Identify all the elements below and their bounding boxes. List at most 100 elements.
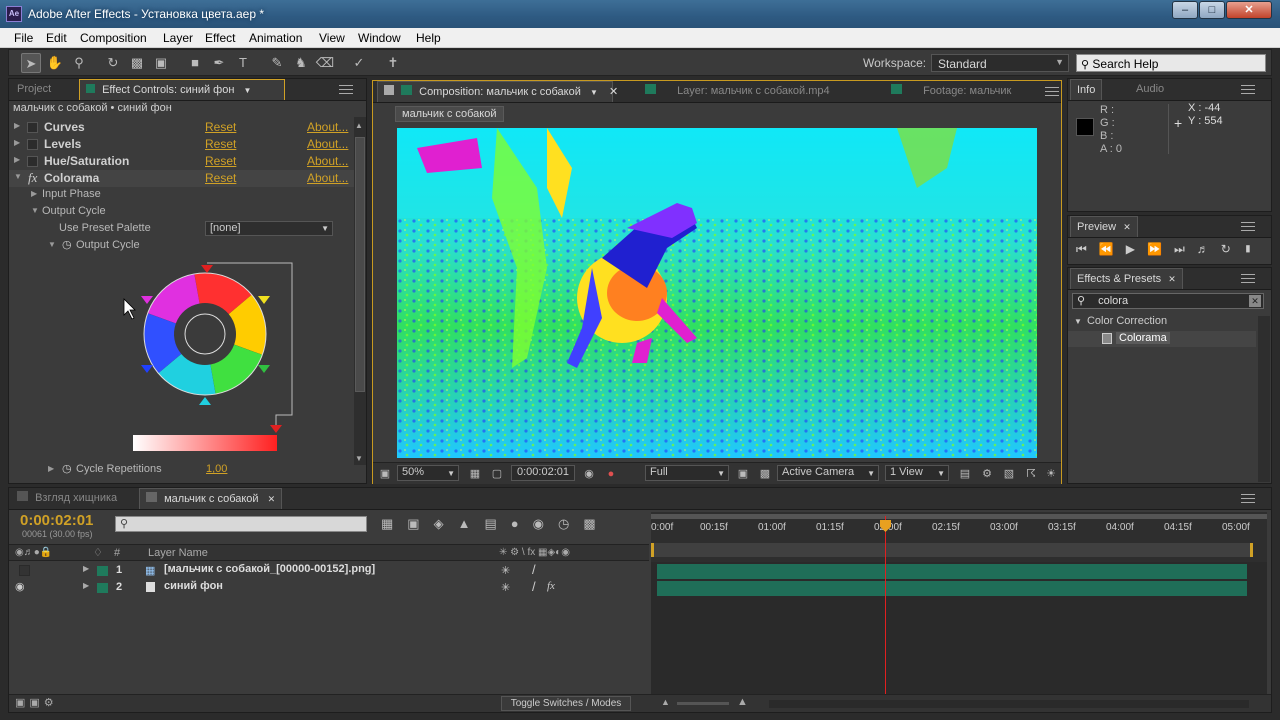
previous-frame-icon[interactable]: ⏪: [1099, 242, 1126, 256]
green-triangle-handle[interactable]: [258, 365, 270, 373]
snapshot-icon[interactable]: ◉: [579, 464, 599, 484]
scrollbar-thumb[interactable]: [355, 137, 365, 392]
close-tab-icon[interactable]: ✕: [268, 494, 276, 504]
camera-tool-icon[interactable]: ▩: [127, 53, 147, 73]
scrollbar[interactable]: ▲ ▼: [354, 117, 366, 465]
av-switches-icon[interactable]: ◉♬●🔒: [15, 547, 52, 558]
stopwatch-icon[interactable]: ◷: [62, 462, 72, 475]
layer-name[interactable]: синий фон: [164, 580, 223, 592]
close-button[interactable]: ✕: [1226, 1, 1272, 19]
timeline-search-input[interactable]: ⚲: [115, 516, 367, 532]
cyan-triangle-handle[interactable]: [199, 397, 211, 405]
shy-switch-icon[interactable]: ✳: [501, 564, 510, 577]
hide-shy-icon[interactable]: ◈: [434, 516, 458, 531]
ram-preview-icon[interactable]: ▮: [1243, 242, 1265, 256]
time-ruler[interactable]: 0:00f 00:15f 01:00f 01:15f 02:00f 02:15f…: [651, 512, 1267, 562]
auto-keyframe-icon[interactable]: ◉: [533, 516, 558, 531]
work-area-range[interactable]: [651, 543, 1253, 557]
audio-icon[interactable]: ♬: [1197, 242, 1221, 256]
track-area[interactable]: [651, 562, 1267, 694]
tab-timeline-2[interactable]: мальчик с собакой ✕: [139, 488, 283, 509]
menu-edit[interactable]: Edit: [46, 31, 67, 45]
tab-info[interactable]: Info: [1070, 79, 1103, 100]
viewer-timecode[interactable]: 0:00:02:01: [511, 465, 575, 481]
video-toggle[interactable]: [19, 565, 30, 576]
blue-triangle-handle[interactable]: [141, 365, 153, 373]
timeline-scrollbar[interactable]: [769, 700, 1249, 708]
preset-palette-select[interactable]: [none] ▼: [205, 221, 333, 236]
quality-switch-icon[interactable]: /: [532, 579, 536, 594]
timeline-icon[interactable]: ▧: [999, 464, 1019, 484]
workspace-select[interactable]: Standard ▼: [931, 54, 1069, 72]
expand-arrow-icon[interactable]: ▶: [83, 564, 89, 573]
zoom-out-icon[interactable]: ▲: [661, 697, 670, 707]
toggle-switches-modes-button[interactable]: Toggle Switches / Modes: [501, 696, 631, 711]
fx-icon[interactable]: fx: [28, 170, 37, 186]
menu-layer[interactable]: Layer: [163, 31, 193, 45]
fast-previews-icon[interactable]: ⚙: [977, 464, 997, 484]
effect-toggle-checkbox[interactable]: [27, 122, 38, 133]
menu-composition[interactable]: Composition: [80, 31, 147, 45]
opacity-triangle-handle[interactable]: [270, 425, 282, 433]
exposure-icon[interactable]: ☀: [1041, 464, 1061, 484]
always-preview-icon[interactable]: ▣: [375, 464, 395, 484]
draft-3d-icon[interactable]: ▣: [407, 516, 433, 531]
layer-bar-1[interactable]: [657, 564, 1247, 579]
camera-select[interactable]: Active Camera ▼: [777, 465, 879, 481]
motion-blur-icon[interactable]: ▤: [484, 516, 510, 531]
about-link[interactable]: About...: [307, 120, 348, 134]
panel-menu-icon[interactable]: [1241, 494, 1255, 503]
effect-row-curves[interactable]: ▶ Curves Reset About...: [9, 119, 361, 136]
about-link[interactable]: About...: [307, 154, 348, 168]
output-cycle-wheel[interactable]: [119, 259, 299, 459]
panel-menu-icon[interactable]: [1241, 85, 1255, 94]
tab-timeline-1[interactable]: Взгляд хищника: [11, 488, 123, 509]
effect-item-colorama[interactable]: Colorama: [1068, 331, 1256, 347]
search-help-input[interactable]: ⚲ Search Help: [1076, 54, 1266, 72]
minimize-button[interactable]: –: [1172, 1, 1198, 19]
rectangle-tool-icon[interactable]: ■: [185, 53, 205, 73]
panel-menu-icon[interactable]: [1045, 87, 1059, 96]
yellow-triangle-handle[interactable]: [258, 296, 270, 304]
tab-preview[interactable]: Preview ✕: [1070, 216, 1138, 237]
close-tab-icon[interactable]: ✕: [1168, 274, 1176, 284]
zoom-in-icon[interactable]: ▲: [737, 696, 748, 708]
footer-icons[interactable]: ▣▣⚙: [15, 696, 58, 709]
fx-icon[interactable]: fx: [547, 580, 555, 592]
label-color[interactable]: [97, 566, 108, 576]
maximize-button[interactable]: □: [1199, 1, 1225, 19]
selection-tool-icon[interactable]: ➤: [21, 53, 41, 73]
rotation-tool-icon[interactable]: ↻: [103, 53, 123, 73]
tab-footage[interactable]: Footage: мальчик: [885, 81, 1017, 102]
pan-behind-tool-icon[interactable]: ▣: [151, 53, 171, 73]
close-tab-icon[interactable]: ✕: [1123, 222, 1131, 232]
grid-icon[interactable]: ▦: [465, 464, 485, 484]
collapse-arrow-icon[interactable]: ▼: [48, 240, 56, 249]
reset-link[interactable]: Reset: [205, 137, 236, 151]
magenta-triangle-handle[interactable]: [141, 296, 153, 304]
scrollbar[interactable]: [1258, 316, 1270, 482]
mask-icon[interactable]: ▢: [487, 464, 507, 484]
effect-toggle-checkbox[interactable]: [27, 156, 38, 167]
label-color[interactable]: [97, 583, 108, 593]
tab-layer[interactable]: Layer: мальчик с собакой.mp4: [639, 81, 836, 102]
roto-brush-tool-icon[interactable]: ✓: [349, 53, 369, 73]
view-layout-select[interactable]: 1 View ▼: [885, 465, 949, 481]
resolution-select[interactable]: Full ▼: [645, 465, 729, 481]
expand-arrow-icon[interactable]: ▶: [14, 155, 20, 164]
about-link[interactable]: About...: [307, 171, 348, 185]
work-area-bar[interactable]: [651, 514, 1267, 519]
flowchart-icon[interactable]: ☈: [1021, 464, 1041, 484]
effect-row-levels[interactable]: ▶ Levels Reset About...: [9, 136, 361, 153]
effect-row-colorama[interactable]: ▼ fx Colorama Reset About...: [9, 170, 361, 187]
type-tool-icon[interactable]: T: [233, 53, 253, 73]
table-row[interactable]: ◉ ▶ 2 синий фон ✳ / fx: [9, 579, 649, 596]
region-of-interest-icon[interactable]: ▣: [733, 464, 753, 484]
expand-arrow-icon[interactable]: ▶: [31, 189, 37, 198]
layer-bar-2[interactable]: [657, 581, 1247, 596]
collapse-arrow-icon[interactable]: ▼: [1074, 317, 1082, 326]
eye-icon[interactable]: ◉: [15, 580, 25, 593]
expand-arrow-icon[interactable]: ▶: [14, 121, 20, 130]
scroll-down-arrow-icon[interactable]: ▼: [355, 454, 363, 463]
output-cycle-group[interactable]: ▼ Output Cycle: [9, 204, 361, 221]
